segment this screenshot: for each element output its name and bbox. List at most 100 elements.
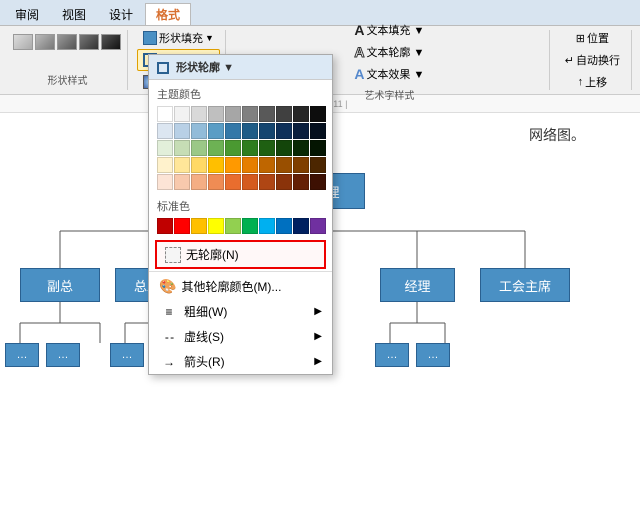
other-color-item[interactable]: 🎨 其他轮廓颜色(M)...	[149, 274, 332, 299]
theme-color-cell[interactable]	[191, 106, 207, 122]
weight-item[interactable]: ≡ 粗细(W) ▶	[149, 299, 332, 324]
theme-color-cell[interactable]	[191, 174, 207, 190]
sub-box-6[interactable]: …	[416, 343, 450, 367]
preset-3[interactable]	[57, 34, 77, 50]
std-color-cell[interactable]	[157, 218, 173, 234]
theme-color-cell[interactable]	[157, 140, 173, 156]
tab-format[interactable]: 格式	[145, 3, 191, 25]
std-color-cell[interactable]	[208, 218, 224, 234]
theme-color-cell[interactable]	[293, 174, 309, 190]
preset-4[interactable]	[79, 34, 99, 50]
theme-color-cell[interactable]	[242, 140, 258, 156]
theme-color-cell[interactable]	[225, 174, 241, 190]
preset-5[interactable]	[101, 34, 121, 50]
theme-color-cell[interactable]	[225, 106, 241, 122]
shape-style-label: 形状样式	[48, 72, 88, 87]
text-outline-btn[interactable]: A 文本轮廓 ▼	[348, 41, 430, 63]
theme-color-cell[interactable]	[225, 140, 241, 156]
theme-color-cell[interactable]	[259, 123, 275, 139]
theme-color-cell[interactable]	[191, 157, 207, 173]
move-up-btn[interactable]: ↑ 上移	[572, 71, 614, 93]
theme-color-cell[interactable]	[293, 106, 309, 122]
theme-color-cell[interactable]	[208, 157, 224, 173]
theme-color-cell[interactable]	[259, 106, 275, 122]
theme-color-cell[interactable]	[242, 174, 258, 190]
text-outline-icon: A	[354, 44, 364, 60]
theme-color-cell[interactable]	[208, 123, 224, 139]
network-title: 网络图。	[529, 125, 585, 145]
theme-color-cell[interactable]	[310, 174, 326, 190]
theme-color-cell[interactable]	[276, 123, 292, 139]
theme-color-cell[interactable]	[225, 123, 241, 139]
dropdown-title: 形状轮廓 ▼	[176, 62, 234, 74]
theme-color-cell[interactable]	[310, 157, 326, 173]
theme-color-cell[interactable]	[191, 123, 207, 139]
std-color-cell[interactable]	[242, 218, 258, 234]
box-union-chair[interactable]: 工会主席	[480, 268, 570, 302]
dash-item[interactable]: - - 虚线(S) ▶	[149, 324, 332, 349]
auto-wrap-icon: ↵	[565, 54, 574, 67]
auto-wrap-label: 自动换行	[576, 52, 620, 68]
sub-box-5[interactable]: …	[375, 343, 409, 367]
theme-color-cell[interactable]	[174, 140, 190, 156]
dropdown-header-icon	[157, 62, 169, 74]
theme-color-cell[interactable]	[242, 123, 258, 139]
theme-color-cell[interactable]	[293, 123, 309, 139]
theme-color-cell[interactable]	[208, 140, 224, 156]
arrow-arrow: ▶	[314, 356, 322, 367]
theme-color-cell[interactable]	[242, 106, 258, 122]
theme-color-cell[interactable]	[174, 174, 190, 190]
theme-color-cell[interactable]	[276, 106, 292, 122]
theme-color-cell[interactable]	[259, 140, 275, 156]
theme-color-cell[interactable]	[174, 123, 190, 139]
sub-box-2[interactable]: …	[46, 343, 80, 367]
position-btn[interactable]: ⊞ 位置	[570, 27, 615, 49]
tab-view[interactable]: 视图	[51, 3, 97, 25]
art-style-label: 艺术字样式	[364, 87, 414, 102]
theme-color-cell[interactable]	[259, 157, 275, 173]
std-color-cell[interactable]	[191, 218, 207, 234]
preset-2[interactable]	[35, 34, 55, 50]
arrow-item[interactable]: → 箭头(R) ▶	[149, 349, 332, 374]
theme-color-cell[interactable]	[191, 140, 207, 156]
theme-color-cell[interactable]	[208, 174, 224, 190]
theme-color-cell[interactable]	[174, 106, 190, 122]
theme-color-cell[interactable]	[225, 157, 241, 173]
theme-color-cell[interactable]	[242, 157, 258, 173]
theme-color-cell[interactable]	[310, 140, 326, 156]
std-color-cell[interactable]	[259, 218, 275, 234]
std-color-cell[interactable]	[310, 218, 326, 234]
std-color-cell[interactable]	[174, 218, 190, 234]
auto-wrap-btn[interactable]: ↵ 自动换行	[559, 49, 626, 71]
theme-color-cell[interactable]	[276, 174, 292, 190]
std-color-cell[interactable]	[293, 218, 309, 234]
theme-color-cell[interactable]	[208, 106, 224, 122]
theme-color-cell[interactable]	[310, 123, 326, 139]
tab-design[interactable]: 设计	[98, 3, 144, 25]
shape-fill-btn[interactable]: 形状填充 ▼	[137, 27, 220, 49]
std-color-cell[interactable]	[225, 218, 241, 234]
theme-color-cell[interactable]	[174, 157, 190, 173]
no-outline-item[interactable]: 无轮廓(N)	[155, 240, 326, 269]
text-effect-btn[interactable]: A 文本效果 ▼	[348, 63, 430, 85]
text-fill-btn[interactable]: A 文本填充 ▼	[348, 19, 430, 41]
preset-1[interactable]	[13, 34, 33, 50]
theme-color-cell[interactable]	[293, 140, 309, 156]
theme-color-cell[interactable]	[157, 123, 173, 139]
theme-color-cell[interactable]	[157, 157, 173, 173]
std-color-cell[interactable]	[276, 218, 292, 234]
box-manager[interactable]: 经理	[380, 268, 455, 302]
box-vice[interactable]: 副总	[20, 268, 100, 302]
theme-color-cell[interactable]	[259, 174, 275, 190]
theme-color-cell[interactable]	[310, 106, 326, 122]
sub-box-1[interactable]: …	[5, 343, 39, 367]
tab-review[interactable]: 审阅	[4, 3, 50, 25]
weight-icon: ≡	[159, 305, 179, 319]
theme-color-cell[interactable]	[276, 157, 292, 173]
theme-color-cell[interactable]	[293, 157, 309, 173]
theme-color-cell[interactable]	[157, 106, 173, 122]
sub-box-3[interactable]: …	[110, 343, 144, 367]
theme-color-cell[interactable]	[157, 174, 173, 190]
other-color-label: 其他轮廓颜色(M)...	[181, 278, 281, 295]
theme-color-cell[interactable]	[276, 140, 292, 156]
